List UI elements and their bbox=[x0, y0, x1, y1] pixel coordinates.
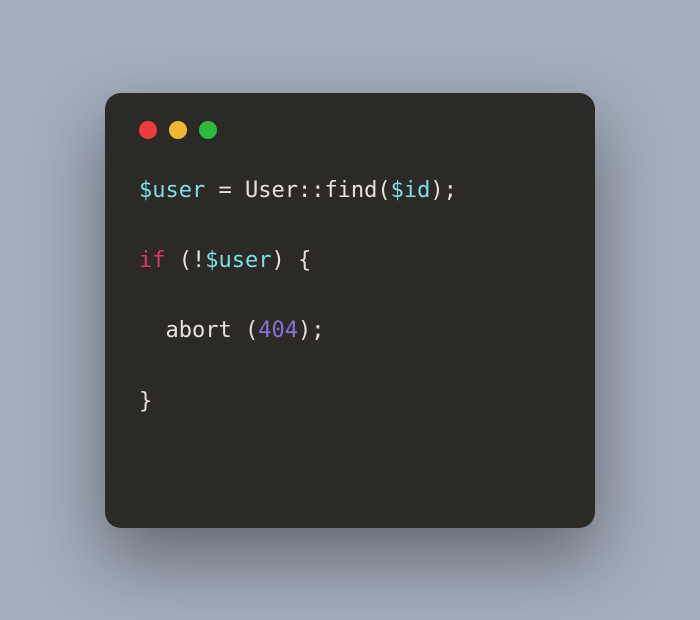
code-token-text: ); bbox=[298, 318, 325, 343]
code-block: $user = User::find($id); if (!$user) { a… bbox=[139, 173, 561, 419]
minimize-icon[interactable] bbox=[169, 121, 187, 139]
code-token-variable: $id bbox=[391, 178, 431, 203]
code-token-text: ); bbox=[430, 178, 457, 203]
window-titlebar bbox=[139, 121, 561, 139]
code-token-text: ) { bbox=[271, 248, 311, 273]
code-window: $user = User::find($id); if (!$user) { a… bbox=[105, 93, 595, 528]
code-token-variable: $user bbox=[139, 178, 205, 203]
maximize-icon[interactable] bbox=[199, 121, 217, 139]
code-token-keyword: if bbox=[139, 248, 166, 273]
code-token-text: abort ( bbox=[139, 318, 258, 343]
code-token-text: = User::find( bbox=[205, 178, 390, 203]
code-token-text: } bbox=[139, 389, 152, 414]
code-token-number: 404 bbox=[258, 318, 298, 343]
code-token-variable: $user bbox=[205, 248, 271, 273]
close-icon[interactable] bbox=[139, 121, 157, 139]
code-token-text: (! bbox=[166, 248, 206, 273]
